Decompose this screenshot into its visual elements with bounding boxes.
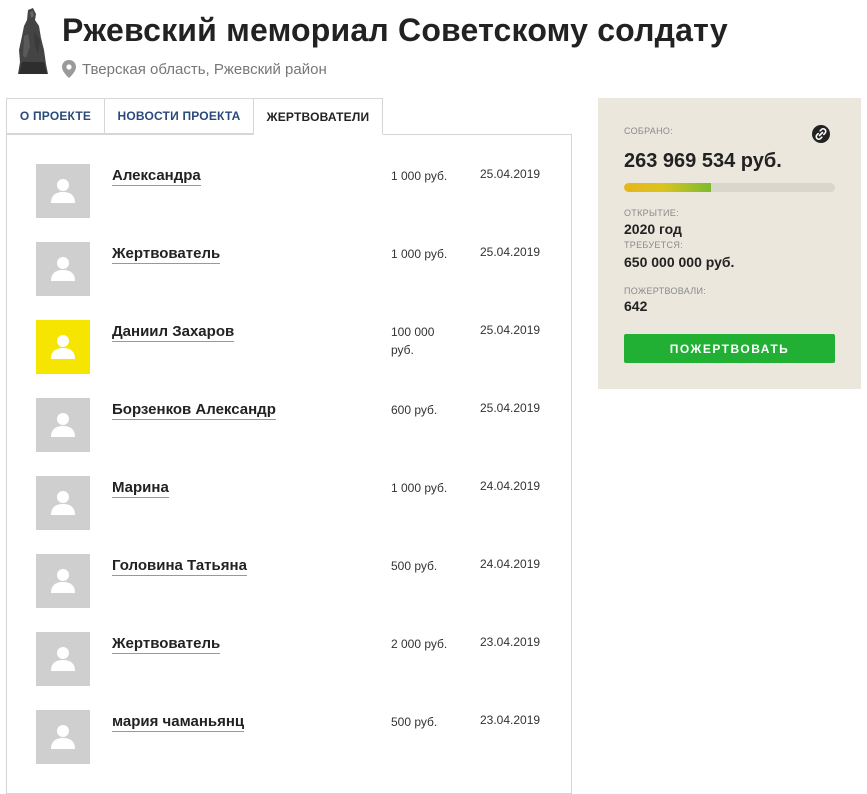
avatar: [36, 320, 90, 374]
donor-name[interactable]: Жертвователь: [112, 635, 221, 654]
user-placeholder-icon: [51, 647, 75, 671]
avatar: [36, 710, 90, 764]
location: Тверская область, Ржевский район: [62, 60, 327, 78]
donor-date: 25.04.2019: [480, 167, 541, 181]
user-placeholder-icon: [51, 335, 75, 359]
donor-amount: 500 руб.: [391, 715, 438, 729]
donor-date: 25.04.2019: [480, 401, 541, 415]
donor-amount: 1 000 руб.: [391, 247, 448, 261]
donor-row: Борзенков Александр 600 руб. 25.04.2019: [36, 398, 566, 454]
donor-row: Александра 1 000 руб. 25.04.2019: [36, 164, 566, 220]
avatar: [36, 632, 90, 686]
donor-row: Головина Татьяна 500 руб. 24.04.2019: [36, 554, 566, 610]
donor-date: 25.04.2019: [480, 323, 541, 337]
user-placeholder-icon: [51, 491, 75, 515]
funding-progress-fill: [624, 183, 711, 192]
donor-name[interactable]: Жертвователь: [112, 245, 221, 264]
donor-row: Жертвователь 2 000 руб. 23.04.2019: [36, 632, 566, 688]
donor-date: 23.04.2019: [480, 635, 541, 649]
donor-name[interactable]: Александра: [112, 167, 201, 186]
user-placeholder-icon: [51, 257, 75, 281]
donate-button[interactable]: ПОЖЕРТВОВАТЬ: [624, 334, 835, 363]
tab-news[interactable]: НОВОСТИ ПРОЕКТА: [104, 98, 254, 134]
tab-label: НОВОСТИ ПРОЕКТА: [117, 109, 241, 123]
avatar: [36, 476, 90, 530]
tab-label: ЖЕРТВОВАТЕЛИ: [266, 109, 370, 124]
opening-value: 2020 год: [624, 221, 682, 237]
donor-name[interactable]: Борзенков Александр: [112, 401, 276, 420]
map-pin-icon: [62, 60, 76, 78]
donor-name[interactable]: мария чаманьянц: [112, 713, 245, 732]
funding-progress-bar: [624, 183, 835, 192]
donor-date: 25.04.2019: [480, 245, 541, 259]
donor-date: 24.04.2019: [480, 557, 541, 571]
tab-label: О ПРОЕКТЕ: [19, 109, 92, 123]
donated-label: ПОЖЕРТВОВАЛИ:: [624, 286, 707, 296]
donor-amount: 500 руб.: [391, 559, 438, 573]
donor-amount: 1 000 руб.: [391, 481, 448, 495]
donor-row: Марина 1 000 руб. 24.04.2019: [36, 476, 566, 532]
donor-amount: 100 000 руб.: [391, 325, 435, 357]
avatar: [36, 554, 90, 608]
collected-value: 263 969 534 руб.: [624, 150, 782, 172]
user-placeholder-icon: [51, 569, 75, 593]
avatar: [36, 398, 90, 452]
required-value: 650 000 000 руб.: [624, 254, 735, 270]
funding-sidebar: СОБРАНО: 263 969 534 руб. ОТКРЫТИЕ: 2020…: [598, 98, 861, 389]
collected-label: СОБРАНО:: [624, 126, 674, 136]
user-placeholder-icon: [51, 413, 75, 437]
tab-about[interactable]: О ПРОЕКТЕ: [6, 98, 105, 134]
page-title: Ржевский мемориал Советскому солдату: [62, 12, 728, 48]
link-icon[interactable]: [812, 125, 830, 143]
donor-date: 23.04.2019: [480, 713, 541, 727]
donor-amount: 2 000 руб.: [391, 637, 448, 651]
avatar: [36, 242, 90, 296]
donor-name[interactable]: Марина: [112, 479, 169, 498]
location-text: Тверская область, Ржевский район: [82, 60, 327, 78]
donor-amount: 600 руб.: [391, 403, 438, 417]
donated-value: 642: [624, 298, 648, 314]
donor-row: Даниил Захаров 100 000 руб. 25.04.2019: [36, 320, 566, 376]
required-label: ТРЕБУЕТСЯ:: [624, 240, 683, 250]
donor-amount: 1 000 руб.: [391, 169, 448, 183]
donor-row: Жертвователь 1 000 руб. 25.04.2019: [36, 242, 566, 298]
tab-donors[interactable]: ЖЕРТВОВАТЕЛИ: [253, 98, 383, 135]
user-placeholder-icon: [51, 179, 75, 203]
opening-label: ОТКРЫТИЕ:: [624, 208, 679, 218]
donors-panel: Александра 1 000 руб. 25.04.2019 Жертвов…: [6, 134, 572, 794]
user-placeholder-icon: [51, 725, 75, 749]
donor-name[interactable]: Головина Татьяна: [112, 557, 247, 576]
donor-date: 24.04.2019: [480, 479, 541, 493]
donor-row: мария чаманьянц 500 руб. 23.04.2019: [36, 710, 566, 766]
avatar: [36, 164, 90, 218]
memorial-statue-icon: [14, 6, 50, 76]
donor-name[interactable]: Даниил Захаров: [112, 323, 235, 342]
